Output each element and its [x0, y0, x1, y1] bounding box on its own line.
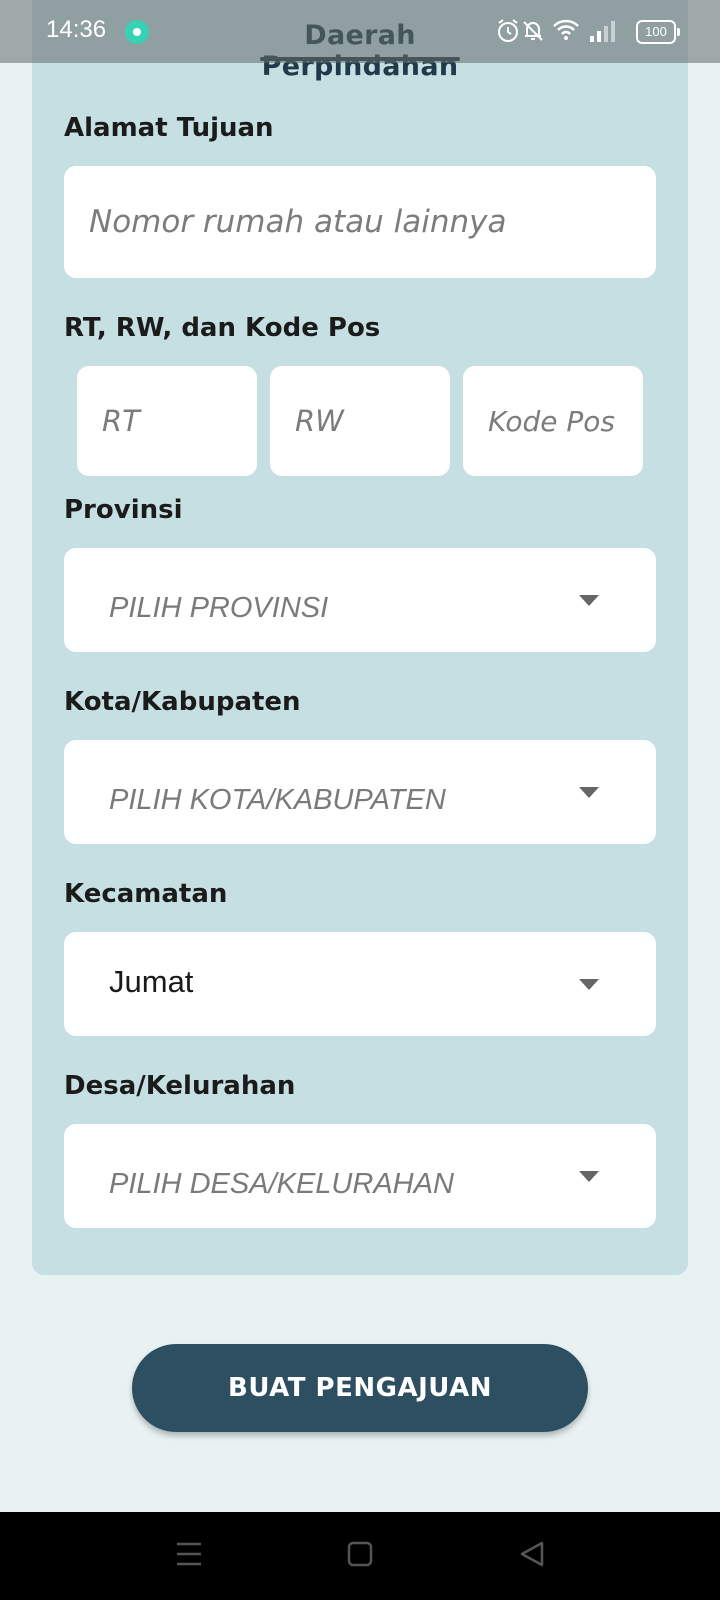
- district-select-text: Jumat: [109, 964, 194, 999]
- back-icon[interactable]: [518, 1540, 546, 1568]
- district-select[interactable]: Jumat: [64, 932, 656, 1036]
- province-select[interactable]: PILIH PROVINSI: [64, 548, 656, 652]
- city-label: Kota/Kabupaten: [64, 687, 301, 717]
- village-label: Desa/Kelurahan: [64, 1071, 296, 1101]
- wifi-icon: [553, 19, 579, 40]
- address-input[interactable]: [64, 166, 656, 278]
- submit-button[interactable]: BUAT PENGAJUAN: [132, 1344, 588, 1432]
- district-label: Kecamatan: [64, 879, 228, 909]
- village-select[interactable]: PILIH DESA/KELURAHAN: [64, 1124, 656, 1228]
- status-time: 14:36: [46, 16, 107, 43]
- province-select-text: PILIH PROVINSI: [109, 592, 329, 624]
- chevron-down-icon: [579, 979, 599, 990]
- signal-icon: [590, 21, 615, 42]
- province-label: Provinsi: [64, 495, 183, 525]
- address-label: Alamat Tujuan: [64, 113, 274, 143]
- rw-field-container: [270, 366, 450, 476]
- village-select-text: PILIH DESA/KELURAHAN: [109, 1168, 454, 1200]
- app-notification-icon: [125, 20, 149, 44]
- rw-input[interactable]: [270, 366, 450, 476]
- menu-icon[interactable]: [176, 1540, 202, 1568]
- city-select[interactable]: PILIH KOTA/KABUPATEN: [64, 740, 656, 844]
- city-select-text: PILIH KOTA/KABUPATEN: [109, 784, 446, 816]
- chevron-down-icon: [579, 1171, 599, 1182]
- postal-code-input[interactable]: [463, 366, 643, 476]
- chevron-down-icon: [579, 595, 599, 606]
- system-nav-bar: [0, 1512, 720, 1600]
- status-bar: 14:36 100: [0, 0, 720, 63]
- address-field-container: [64, 166, 656, 278]
- battery-icon: 100: [636, 20, 680, 44]
- postal-field-container: [463, 366, 643, 476]
- rt-input[interactable]: [77, 366, 257, 476]
- alarm-icon: [498, 19, 518, 42]
- home-icon[interactable]: [347, 1540, 373, 1568]
- chevron-down-icon: [579, 787, 599, 798]
- rt-field-container: [77, 366, 257, 476]
- mute-icon: [523, 21, 543, 41]
- rt-rw-postal-label: RT, RW, dan Kode Pos: [64, 313, 381, 343]
